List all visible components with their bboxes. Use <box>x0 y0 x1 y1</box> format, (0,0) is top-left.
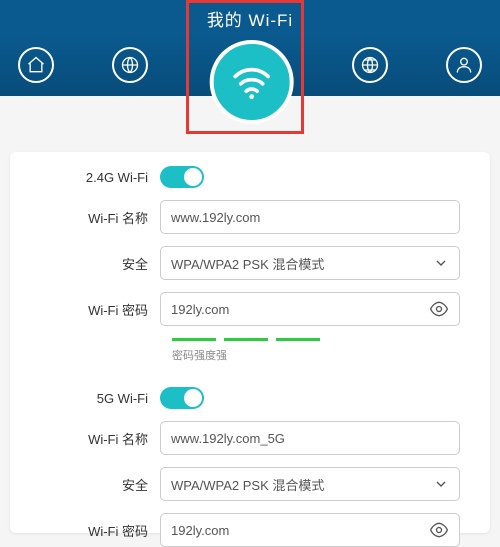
password-strength-label: 密码强度强 <box>172 347 460 363</box>
wifi5-section-label: 5G Wi-Fi <box>30 391 160 406</box>
page-title: 我的 Wi-Fi <box>0 6 500 31</box>
wifi24-password-label: Wi-Fi 密码 <box>30 300 160 319</box>
home-icon <box>26 55 46 75</box>
wifi5-password-input[interactable]: 192ly.com <box>160 513 460 547</box>
wifi24-security-label: 安全 <box>30 254 160 273</box>
wifi24-name-value: www.192ly.com <box>171 210 449 225</box>
wifi24-security-value: WPA/WPA2 PSK 混合模式 <box>171 254 433 273</box>
chevron-down-icon <box>433 255 449 271</box>
eye-icon[interactable] <box>429 299 449 319</box>
nav-user-button[interactable] <box>446 47 482 83</box>
settings-card: 2.4G Wi-Fi Wi-Fi 名称 www.192ly.com 安全 WPA… <box>10 152 490 533</box>
wifi5-name-value: www.192ly.com_5G <box>171 431 449 446</box>
globe-icon <box>360 55 380 75</box>
wifi5-password-label: Wi-Fi 密码 <box>30 521 160 540</box>
password-strength-bars <box>172 338 460 341</box>
wifi5-name-input[interactable]: www.192ly.com_5G <box>160 421 460 455</box>
chevron-down-icon <box>433 476 449 492</box>
wifi24-security-select[interactable]: WPA/WPA2 PSK 混合模式 <box>160 246 460 280</box>
wifi-icon <box>230 60 274 104</box>
nav-globe2-button[interactable] <box>352 47 388 83</box>
globe-icon <box>120 55 140 75</box>
wifi24-name-label: Wi-Fi 名称 <box>30 208 160 227</box>
user-icon <box>454 55 474 75</box>
wifi24-name-input[interactable]: www.192ly.com <box>160 200 460 234</box>
nav-home-button[interactable] <box>18 47 54 83</box>
wifi5-security-value: WPA/WPA2 PSK 混合模式 <box>171 475 433 494</box>
wifi24-password-input[interactable]: 192ly.com <box>160 292 460 326</box>
wifi-hero-icon-button[interactable] <box>210 40 294 124</box>
wifi24-password-value: 192ly.com <box>171 302 429 317</box>
wifi24-section-label: 2.4G Wi-Fi <box>30 170 160 185</box>
wifi5-password-value: 192ly.com <box>171 523 429 538</box>
eye-icon[interactable] <box>429 520 449 540</box>
nav-globe-button[interactable] <box>112 47 148 83</box>
wifi5-security-label: 安全 <box>30 475 160 494</box>
wifi5-toggle[interactable] <box>160 387 204 409</box>
wifi5-security-select[interactable]: WPA/WPA2 PSK 混合模式 <box>160 467 460 501</box>
wifi24-toggle[interactable] <box>160 166 204 188</box>
wifi5-name-label: Wi-Fi 名称 <box>30 429 160 448</box>
